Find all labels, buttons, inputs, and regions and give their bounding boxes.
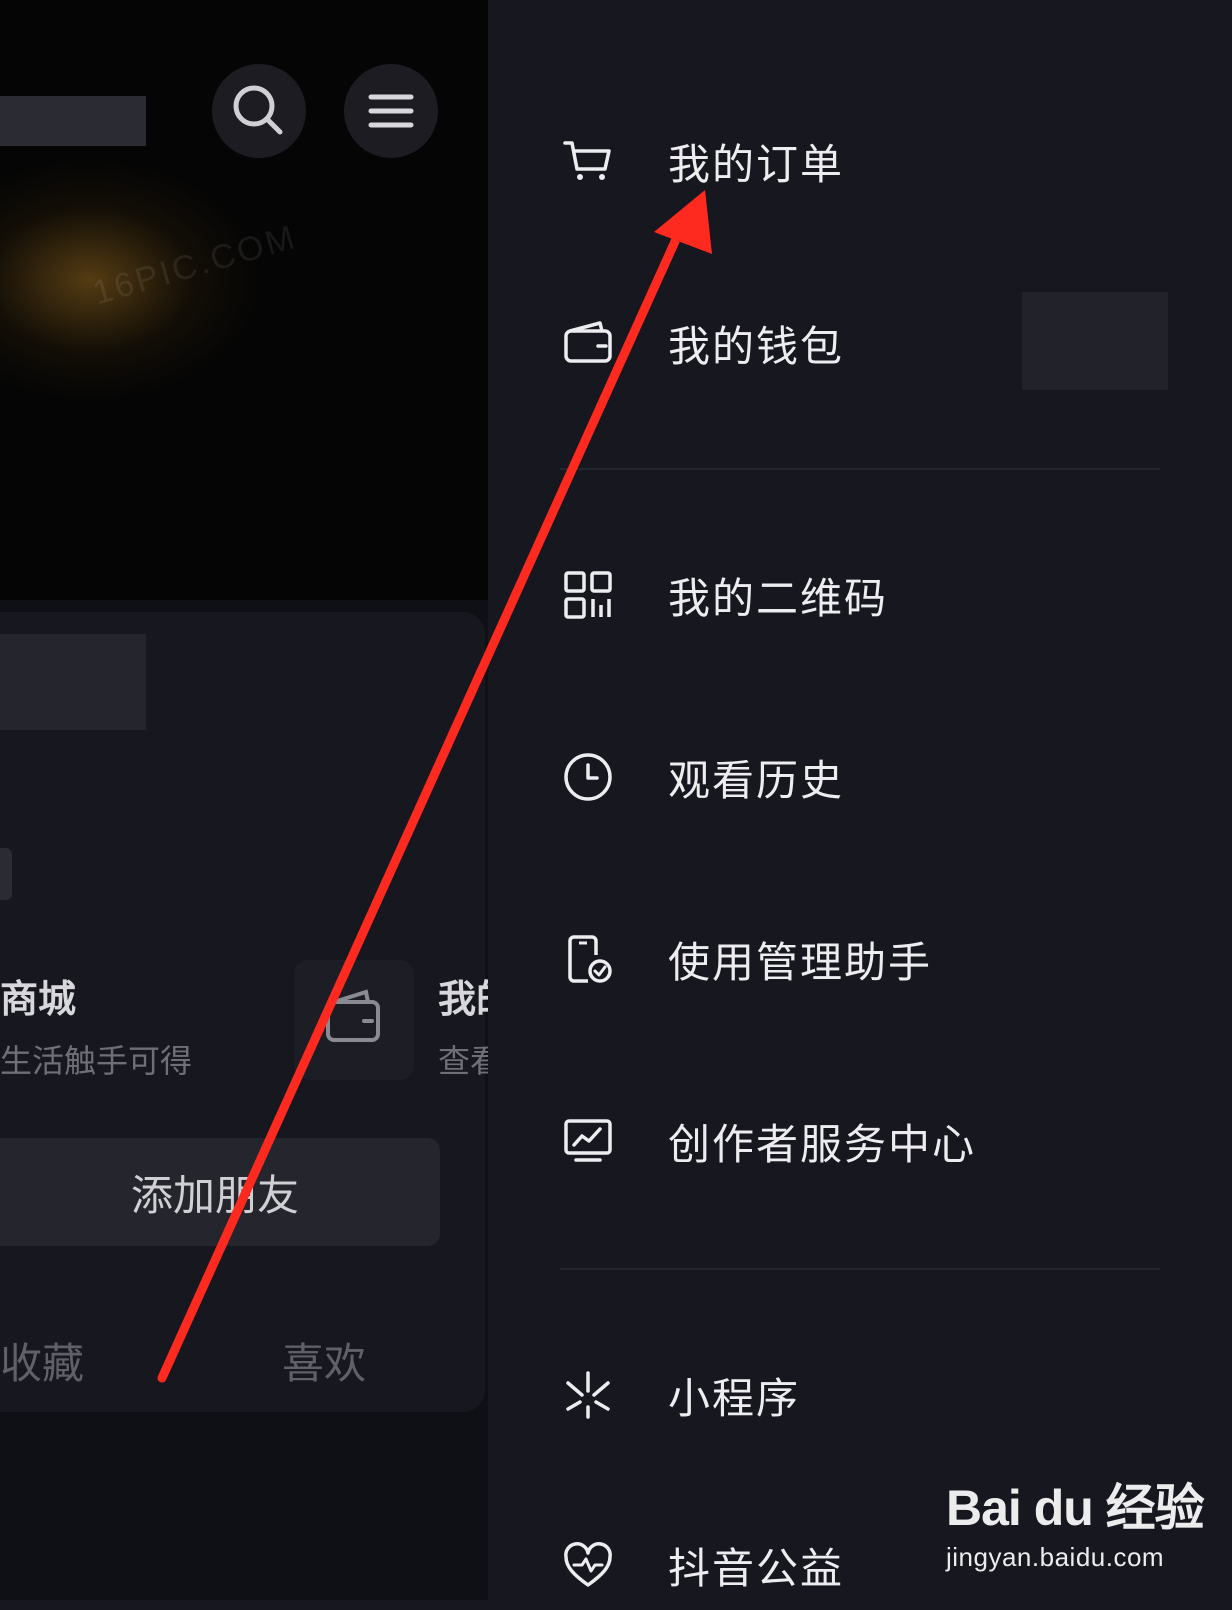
cart-icon	[560, 133, 616, 189]
profile-page: 16PIC.COM 商城 生活触手可得 我的 查看 添加朋友 收藏 喜欢	[0, 0, 488, 1600]
hamburger-icon	[368, 94, 414, 128]
menu-item-watch-history[interactable]: 观看历史	[560, 732, 1200, 822]
menu-item-label: 抖音公益	[668, 1544, 845, 1592]
menu-item-label: 创作者服务中心	[668, 1120, 977, 1168]
menu-item-label: 我的钱包	[668, 322, 845, 370]
blurred-avatar	[0, 634, 146, 730]
wallet-icon	[326, 989, 380, 1042]
chart-monitor-icon	[560, 1113, 616, 1169]
menu-item-label: 我的订单	[668, 140, 845, 188]
heart-icon	[560, 1537, 616, 1593]
clock-icon	[560, 749, 616, 805]
mall-subtitle: 生活触手可得	[0, 1043, 193, 1079]
search-button[interactable]	[212, 64, 306, 158]
wallet-subtitle: 查看	[438, 1043, 488, 1079]
menu-item-my-orders[interactable]: 我的订单	[560, 116, 1200, 206]
wallet-icon	[560, 315, 616, 371]
tab-favorites[interactable]: 收藏	[0, 1330, 84, 1391]
menu-divider	[560, 1268, 1160, 1270]
menu-item-label: 小程序	[668, 1374, 801, 1422]
menu-item-mini-programs[interactable]: 小程序	[560, 1350, 1200, 1440]
menu-item-label: 我的二维码	[668, 574, 889, 622]
mall-title[interactable]: 商城	[0, 968, 76, 1023]
blurred-username	[0, 96, 146, 146]
mini-program-icon	[560, 1367, 616, 1423]
menu-button[interactable]	[344, 64, 438, 158]
search-icon	[233, 85, 283, 135]
tab-likes[interactable]: 喜欢	[282, 1330, 366, 1391]
menu-item-my-wallet[interactable]: 我的钱包	[560, 298, 1200, 388]
baidu-url: jingyan.baidu.com	[946, 1542, 1165, 1572]
menu-divider	[560, 468, 1160, 470]
menu-item-label: 使用管理助手	[668, 938, 933, 986]
phone-check-icon	[560, 931, 616, 987]
qr-code-icon	[560, 567, 616, 623]
baidu-jingyan-watermark: Bai du 经验 jingyan.baidu.com	[946, 1468, 1206, 1584]
menu-item-creator-center[interactable]: 创作者服务中心	[560, 1096, 1200, 1186]
profile-tag-chip	[0, 848, 12, 900]
menu-item-usage-assistant[interactable]: 使用管理助手	[560, 914, 1200, 1004]
baidu-logo: Bai du 经验	[946, 1480, 1205, 1536]
menu-item-my-qr-code[interactable]: 我的二维码	[560, 550, 1200, 640]
add-friend-button[interactable]: 添加朋友	[0, 1138, 440, 1246]
wallet-title[interactable]: 我的	[438, 968, 488, 1023]
wallet-tile[interactable]	[294, 960, 414, 1080]
menu-item-label: 观看历史	[668, 756, 845, 804]
